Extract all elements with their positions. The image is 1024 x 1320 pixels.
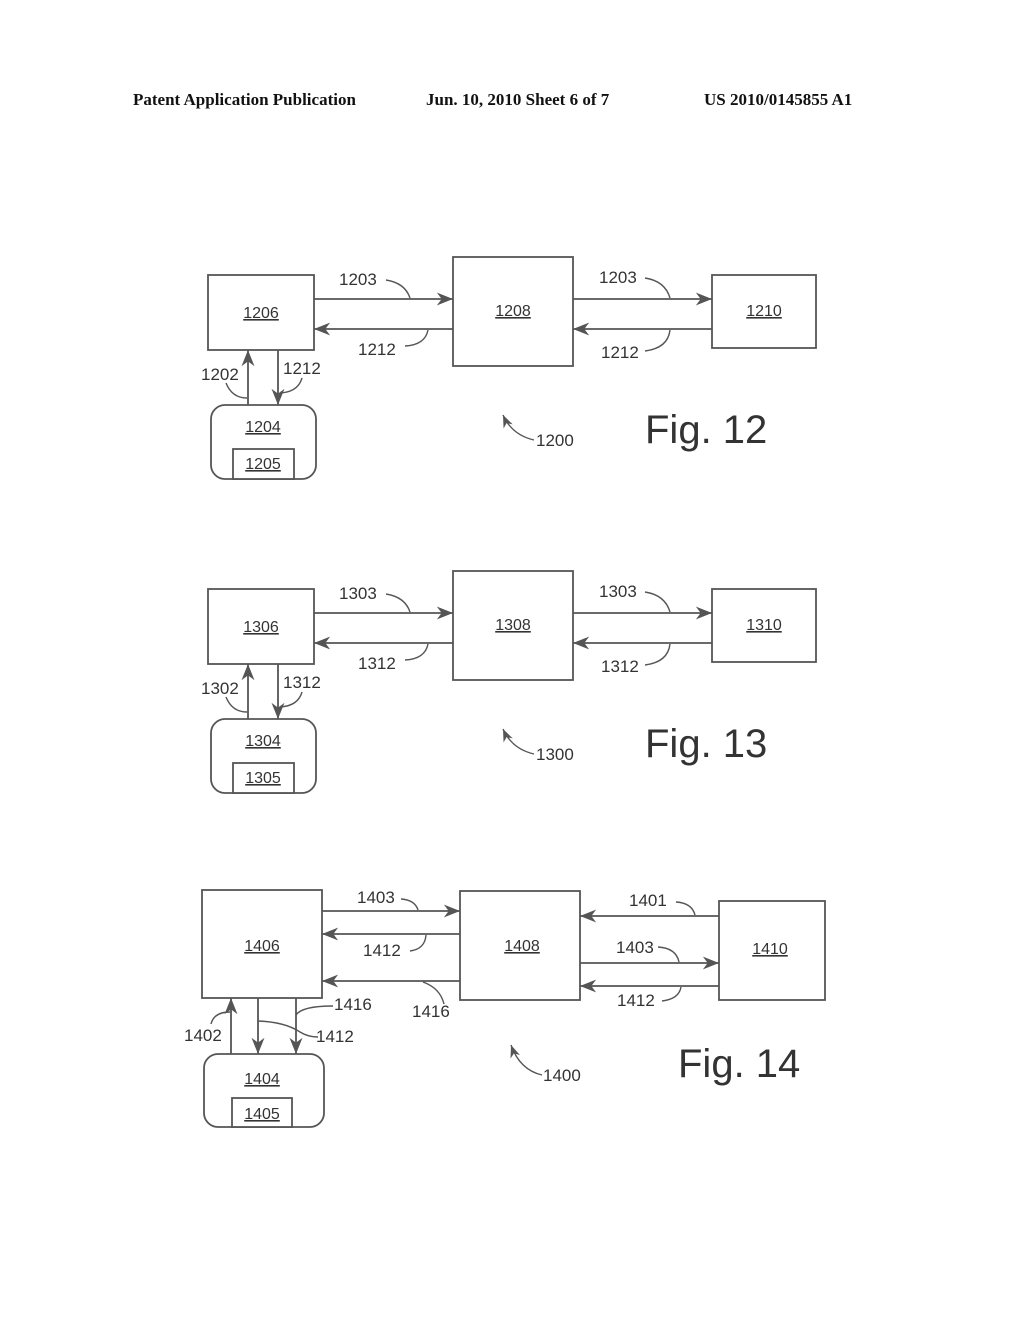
system-ref-1400: 1400	[543, 1066, 581, 1085]
leader	[404, 329, 429, 347]
box-1408-label: 1408	[504, 938, 540, 955]
leader	[404, 643, 429, 661]
leader	[409, 934, 427, 952]
box-1310-label: 1310	[746, 617, 782, 634]
leader	[257, 1020, 319, 1038]
leader	[400, 898, 419, 911]
box-1406-label: 1406	[244, 938, 280, 955]
ref-1303-a: 1303	[339, 584, 377, 603]
ref-1312-c: 1312	[283, 673, 321, 692]
device-1304-label: 1304	[245, 733, 281, 750]
figure-14: 1406 1408 1410 1404 1405 1403 1412 1416 …	[184, 888, 826, 1128]
leader	[295, 1005, 334, 1016]
leader	[210, 1011, 231, 1025]
leader	[385, 279, 411, 299]
ref-1212-a: 1212	[358, 340, 396, 359]
box-1210-label: 1210	[746, 303, 782, 320]
leader	[225, 696, 248, 713]
ref-1403-b: 1403	[616, 938, 654, 957]
figure-12: 1206 1208 1210 1204 1205 1203 1212 1203 …	[201, 256, 817, 480]
system-ref-arrow	[502, 414, 535, 441]
box-1208-label: 1208	[495, 303, 531, 320]
device-inner-1305-label: 1305	[245, 770, 281, 787]
ref-1312-a: 1312	[358, 654, 396, 673]
system-ref-arrow	[510, 1044, 543, 1076]
system-ref-arrow	[502, 728, 535, 755]
leader	[279, 691, 303, 708]
leader	[675, 901, 696, 916]
ref-1312-b: 1312	[601, 657, 639, 676]
leader	[279, 377, 303, 394]
figure-13: 1306 1308 1310 1304 1305 1303 1312 1303 …	[201, 570, 817, 794]
ref-1416-a: 1416	[412, 1002, 450, 1021]
ref-1416-b: 1416	[334, 995, 372, 1014]
ref-1412-b: 1412	[617, 991, 655, 1010]
device-inner-1405-label: 1405	[244, 1106, 280, 1123]
box-1306-label: 1306	[243, 619, 279, 636]
figures-drawing: 1206 1208 1210 1204 1205 1203 1212 1203 …	[184, 256, 826, 1128]
device-1204-label: 1204	[245, 419, 281, 436]
figure-caption-14: Fig. 14	[678, 1042, 800, 1086]
ref-1303-b: 1303	[599, 582, 637, 601]
ref-1401: 1401	[629, 891, 667, 910]
box-1308-label: 1308	[495, 617, 531, 634]
ref-1412-a: 1412	[363, 941, 401, 960]
leader	[657, 946, 680, 963]
leader	[661, 986, 682, 1002]
ref-1212-c: 1212	[283, 359, 321, 378]
figure-caption-12: Fig. 12	[645, 408, 767, 452]
leader	[644, 643, 671, 666]
ref-1402: 1402	[184, 1026, 222, 1045]
box-1206-label: 1206	[243, 305, 279, 322]
box-1410-label: 1410	[752, 941, 788, 958]
system-ref-1200: 1200	[536, 431, 574, 450]
ref-1403-a: 1403	[357, 888, 395, 907]
leader	[644, 591, 671, 613]
ref-1202: 1202	[201, 365, 239, 384]
ref-1302: 1302	[201, 679, 239, 698]
leader	[644, 329, 671, 352]
leader	[385, 593, 411, 613]
system-ref-1300: 1300	[536, 745, 574, 764]
figure-caption-13: Fig. 13	[645, 722, 767, 766]
ref-1412-c: 1412	[316, 1027, 354, 1046]
device-1404-label: 1404	[244, 1071, 280, 1088]
leader	[644, 277, 671, 299]
leader	[225, 382, 248, 399]
ref-1203-a: 1203	[339, 270, 377, 289]
ref-1203-b: 1203	[599, 268, 637, 287]
leader	[422, 981, 445, 1005]
device-inner-1205-label: 1205	[245, 456, 281, 473]
ref-1212-b: 1212	[601, 343, 639, 362]
